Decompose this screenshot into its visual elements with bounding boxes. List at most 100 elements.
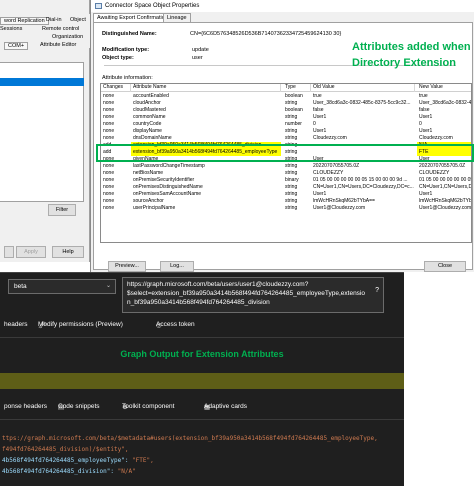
col-attribute-name[interactable]: Attribute Name [131,84,281,92]
url-line-1: https://graph.microsoft.com/beta/users/u… [127,281,309,288]
table-row[interactable]: none displayName string User1 User1 [101,128,471,135]
window-title-bar: Connector Space Object Properties [91,0,474,12]
cell-type: string [285,170,298,176]
graph-explorer-panel: beta ⌄ https://graph.microsoft.com/beta/… [0,272,404,486]
table-row[interactable]: none cloudMastered boolean false false [101,107,471,114]
cell-new-value: 0 [419,121,422,127]
cell-attribute-name: onPremiseSecurityIdentifier [133,177,195,183]
modification-type-value: update [192,47,209,53]
request-tabs: headers 🗝 Modify permissions (Preview) ◎ A… [0,319,404,333]
code-line-1: ttps://graph.microsoft.com/beta/$metadat… [2,435,378,442]
help-icon[interactable]: ? [375,286,379,295]
bg-selected-row[interactable] [0,78,84,86]
version-select[interactable]: beta ⌄ [8,279,116,294]
bg-tab-strip: word Replication Dial-in Object Sessions… [0,14,90,50]
table-row[interactable]: none accountEnabled boolean true true [101,93,471,100]
table-row[interactable]: none netBiosName string CLOUDEZZY CLOUDEZZY [101,170,471,177]
object-type-value: user [192,55,203,61]
cell-change: none [103,163,115,169]
cell-attribute-name: accountEnabled [133,93,169,99]
cell-new-value: User1@Cloudezzy.com [419,205,472,211]
table-row[interactable]: none onPremisesDistinguishedName string CN=… [101,184,471,191]
cell-new-value: lmWcHRnSkqM62bTYbA== [419,198,472,204]
cell-new-value: 20220707055705.0Z [419,163,466,169]
version-value: beta [14,283,27,290]
cell-change: none [103,177,115,183]
cell-attribute-name: lastPasswordChangeTimestamp [133,163,205,169]
bg-attribute-list[interactable] [0,62,84,202]
table-row[interactable]: none onPremiseSecurityIdentifier binary 01 … [101,177,472,184]
table-row[interactable]: none countryCode number 0 0 [101,121,471,128]
code-value-employee-type: "FTE", [132,457,154,464]
cell-change: none [103,114,115,120]
url-line-2: $select=extension_bf39a950a3414b568f494f… [127,290,365,297]
cell-attribute-name: dnsDomainName [133,135,172,141]
table-row[interactable]: none commonName string User1 User1 [101,114,471,121]
tab-toolkit-component-label: Toolkit component [122,403,175,410]
tab-code-snippets-label: Code snippets [58,403,100,410]
request-url-input[interactable]: https://graph.microsoft.com/beta/users/u… [122,277,384,313]
graph-output-heading: Graph Output for Extension Attributes [120,349,284,359]
tab-dial-in[interactable]: Dial-in [46,17,62,23]
overlay-caption-line2: Directory Extension [352,57,456,69]
attribute-info-label: Attribute information: [102,75,153,81]
col-changes[interactable]: Changes [101,84,131,92]
cell-type: boolean [285,107,303,113]
col-new-value[interactable]: New Value [417,84,471,92]
cell-old-value: Cloudezzy.com [313,135,347,141]
background-dialog: word Replication Dial-in Object Sessions… [0,0,90,262]
divider [0,337,404,338]
cell-old-value: CN=User1,CN=Users,DC=Cloudezzy,DC=c... [313,184,414,190]
cell-attribute-name: countryCode [133,121,162,127]
tab-adaptive-cards-label: Adaptive cards [204,403,247,410]
filter-button[interactable]: Filter [48,204,76,216]
help-button[interactable]: Help [52,246,84,258]
cell-attribute-name: sourceAnchor [133,198,164,204]
status-bar [0,373,404,389]
window-title: Connector Space Object Properties [105,3,200,9]
log-button[interactable]: Log... [160,261,194,272]
col-type[interactable]: Type [283,84,311,92]
tab-sessions[interactable]: Sessions [0,26,22,32]
cell-attribute-name: cloudAnchor [133,100,161,106]
table-row[interactable]: none sourceAnchor string lmWcHRnSkqM62bTYbA… [101,198,472,205]
apply-button[interactable]: Apply [16,246,46,258]
table-row[interactable]: none cloudAnchor string User_38cd6a3c-0832-… [101,100,472,107]
response-body[interactable]: ttps://graph.microsoft.com/beta/$metadat… [0,431,404,487]
cell-old-value: 20220707055705.0Z [313,163,360,169]
cell-old-value: false [313,107,324,113]
tab-remote-control[interactable]: Remote control [42,26,79,32]
cell-old-value: User1 [313,114,327,120]
cell-old-value: CLOUDEZZY [313,170,344,176]
url-line-3: n_bf39a950a3414b568f494fd764264485_divis… [127,299,270,306]
cell-change: none [103,100,115,106]
tab-organization[interactable]: Organization [52,34,83,40]
cell-type: string [285,198,298,204]
cell-new-value: User1 [419,128,433,134]
tab-attribute-editor[interactable]: Attribute Editor [40,42,76,48]
table-row[interactable]: none userPrincipalName string User1@Cloudez… [101,205,472,212]
tab-request-headers[interactable]: headers [4,321,28,328]
preview-button[interactable]: Preview... [108,261,146,272]
cell-new-value: 01 05 00 00 00 00 00 05 [419,177,472,183]
col-old-value[interactable]: Old Value [311,84,415,92]
close-button[interactable]: Close [424,261,466,272]
overlay-caption-line1: Attributes added when us [352,41,474,53]
table-row[interactable]: none onPremisesSamAccountName string User1 U… [101,191,471,198]
cell-type: string [285,205,298,211]
tab-com-plus[interactable]: COM+ [4,42,29,50]
code-line-2: f494fd764264485_division)/$entity", [2,446,129,453]
table-row[interactable]: none lastPasswordChangeTimestamp string 202… [101,163,471,170]
cell-change: none [103,121,115,127]
tab-password-replication[interactable]: word Replication [0,17,49,25]
cell-type: string [285,191,298,197]
cell-new-value: User_38cd6a3c-0832-485 [419,100,472,106]
attribute-grid[interactable]: Changes Attribute Name Type Old Value Ne… [100,83,472,243]
modification-type-label: Modification type: [102,47,150,53]
cell-attribute-name: commonName [133,114,166,120]
table-row[interactable]: none dnsDomainName string Cloudezzy.com Clou… [101,135,471,142]
cell-change: none [103,170,115,176]
tab-object[interactable]: Object [70,17,86,23]
tab-response-headers[interactable]: ponse headers [4,403,47,410]
cell-change: none [103,191,115,197]
